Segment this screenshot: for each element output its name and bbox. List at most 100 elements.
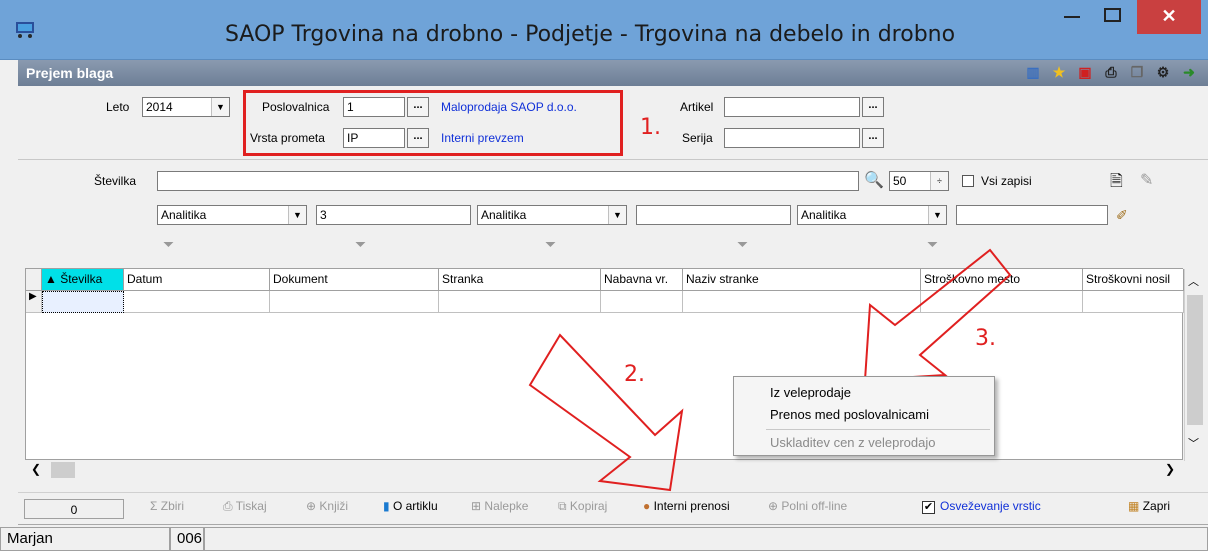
- poslovalnica-name[interactable]: Maloprodaja SAOP d.o.o.: [441, 100, 577, 114]
- leto-label: Leto: [106, 100, 130, 114]
- chevron-down-icon[interactable]: ▼: [288, 206, 306, 224]
- poslovalnica-input[interactable]: 1: [343, 97, 405, 117]
- analitika-value-2[interactable]: [636, 205, 791, 225]
- minimize-button[interactable]: [1052, 0, 1092, 34]
- table-cell[interactable]: [270, 291, 439, 313]
- chart-icon[interactable]: ▥: [1024, 63, 1042, 81]
- zapri-button[interactable]: ▦ Zapri: [1128, 499, 1170, 513]
- filter-icon[interactable]: ⏷: [163, 236, 174, 253]
- column-header-stevilka[interactable]: ▲ Številka: [42, 269, 124, 291]
- analitika-value-3[interactable]: [956, 205, 1108, 225]
- vrsta-prometa-name[interactable]: Interni prevzem: [441, 131, 524, 145]
- column-header-datum[interactable]: Datum: [124, 269, 270, 291]
- menu-item-uskladitev-cen[interactable]: Uskladitev cen z veleprodajo: [770, 435, 935, 450]
- sum-icon: Σ: [150, 499, 158, 513]
- menu-separator: [766, 429, 990, 430]
- analitika-select-1[interactable]: Analitika ▼: [157, 205, 307, 225]
- info-icon: ▮: [383, 499, 390, 513]
- kopiraj-button[interactable]: ⧉ Kopiraj: [558, 499, 607, 514]
- delete-icon[interactable]: ▣: [1076, 63, 1094, 81]
- serija-browse-button[interactable]: ...: [862, 128, 884, 148]
- menu-item-prenos-med-poslovalnicami[interactable]: Prenos med poslovalnicami: [770, 407, 929, 422]
- scroll-up-icon[interactable]: ︿: [1188, 273, 1199, 289]
- knjizi-button[interactable]: ⊕ Knjiži: [306, 499, 348, 513]
- edit-icon[interactable]: ✎: [1140, 170, 1153, 190]
- leto-select[interactable]: 2014 ▼: [142, 97, 230, 117]
- cart-icon[interactable]: [14, 18, 36, 40]
- osvezevanje-checkbox[interactable]: ✔: [922, 501, 935, 514]
- zbiri-button[interactable]: Σ Zbiri: [150, 499, 184, 513]
- settings-icon[interactable]: ⚙: [1154, 63, 1172, 81]
- clear-filter-icon[interactable]: ✐: [1116, 207, 1128, 224]
- poslovalnica-label: Poslovalnica: [262, 100, 330, 114]
- artikel-input[interactable]: [724, 97, 860, 117]
- stevilka-label: Številka: [94, 174, 137, 188]
- menu-item-iz-veleprodaje[interactable]: Iz veleprodaje: [770, 385, 851, 400]
- new-document-icon[interactable]: 🗎: [1110, 170, 1123, 197]
- record-count-stepper[interactable]: 50 ÷: [889, 171, 949, 191]
- status-message: [204, 527, 1208, 551]
- stepper-icon[interactable]: ÷: [930, 172, 948, 190]
- tiskaj-label: Tiskaj: [235, 499, 267, 513]
- table-row[interactable]: [42, 291, 124, 313]
- analitika-select-3-value: Analitika: [801, 208, 847, 222]
- interni-prenosi-button[interactable]: ● Interni prenosi: [643, 499, 730, 513]
- minimize-icon: [1064, 16, 1080, 18]
- post-icon: ⊕: [306, 499, 317, 513]
- analitika-select-1-value: Analitika: [161, 208, 207, 222]
- column-header-dokument[interactable]: Dokument: [270, 269, 439, 291]
- analitika-select-2[interactable]: Analitika ▼: [477, 205, 627, 225]
- tiskaj-button[interactable]: ⎙ Tiskaj: [223, 499, 267, 514]
- scroll-down-icon[interactable]: ﹀: [1188, 435, 1199, 451]
- search-icon[interactable]: 🔍: [864, 170, 884, 190]
- scroll-thumb[interactable]: [1187, 295, 1203, 425]
- kopiraj-label: Kopiraj: [569, 499, 608, 513]
- print-icon[interactable]: ⎙: [1102, 63, 1120, 81]
- scroll-left-icon[interactable]: ❮: [31, 462, 41, 476]
- close-button[interactable]: ✕: [1137, 0, 1201, 34]
- artikel-label: Artikel: [680, 100, 714, 114]
- vertical-scrollbar[interactable]: ︿ ﹀: [1184, 269, 1204, 461]
- exit-icon[interactable]: ➜: [1180, 63, 1198, 81]
- chevron-down-icon[interactable]: ▼: [608, 206, 626, 224]
- vrsta-prometa-label: Vrsta prometa: [250, 131, 325, 145]
- annotation-1: 1.: [640, 115, 661, 140]
- zapri-label: Zapri: [1142, 499, 1171, 513]
- polni-offline-label: Polni off-line: [781, 499, 848, 513]
- module-title: Prejem blaga: [26, 65, 114, 81]
- star-icon[interactable]: ★: [1050, 63, 1068, 81]
- scroll-right-icon[interactable]: ❯: [1165, 462, 1175, 476]
- nalepke-button[interactable]: ⊞ Nalepke: [471, 499, 528, 513]
- copy-icon[interactable]: ❐: [1128, 63, 1146, 81]
- o-artiklu-button[interactable]: ▮ O artiklu: [383, 499, 438, 513]
- vrsta-prometa-input[interactable]: IP: [343, 128, 405, 148]
- polni-offline-button[interactable]: ⊕ Polni off-line: [768, 499, 847, 513]
- analitika-value-1[interactable]: 3: [316, 205, 471, 225]
- column-header-stroskovni-nosilec[interactable]: Stroškovni nosil: [1083, 269, 1184, 291]
- row-header-corner: [26, 269, 42, 291]
- chevron-down-icon[interactable]: ▼: [928, 206, 946, 224]
- interni-prenosi-label: Interni prenosi: [653, 499, 730, 513]
- print-icon: ⎙: [223, 499, 233, 513]
- filter-icon[interactable]: ⏷: [355, 236, 366, 253]
- analitika-select-3[interactable]: Analitika ▼: [797, 205, 947, 225]
- maximize-button[interactable]: [1092, 0, 1134, 34]
- table-cell[interactable]: [124, 291, 270, 313]
- table-cell[interactable]: [1083, 291, 1184, 313]
- annotation-2: 2.: [624, 362, 645, 387]
- stevilka-search-input[interactable]: [157, 171, 859, 191]
- status-code: 006: [170, 527, 204, 551]
- scroll-thumb[interactable]: [51, 462, 75, 478]
- zbiri-label: Zbiri: [160, 499, 185, 513]
- chevron-down-icon[interactable]: ▼: [211, 98, 229, 116]
- column-label: Številka: [60, 272, 103, 286]
- serija-label: Serija: [682, 131, 713, 145]
- close-doc-icon: ▦: [1128, 499, 1140, 513]
- vrsta-prometa-browse-button[interactable]: ...: [407, 128, 429, 148]
- vsi-zapisi-checkbox[interactable]: [962, 175, 974, 187]
- poslovalnica-browse-button[interactable]: ...: [407, 97, 429, 117]
- artikel-browse-button[interactable]: ...: [862, 97, 884, 117]
- bottom-toolbar: 0 Σ Zbiri ⎙ Tiskaj ⊕ Knjiži ▮ O artiklu …: [18, 492, 1208, 522]
- serija-input[interactable]: [724, 128, 860, 148]
- transfer-icon: ●: [643, 499, 651, 513]
